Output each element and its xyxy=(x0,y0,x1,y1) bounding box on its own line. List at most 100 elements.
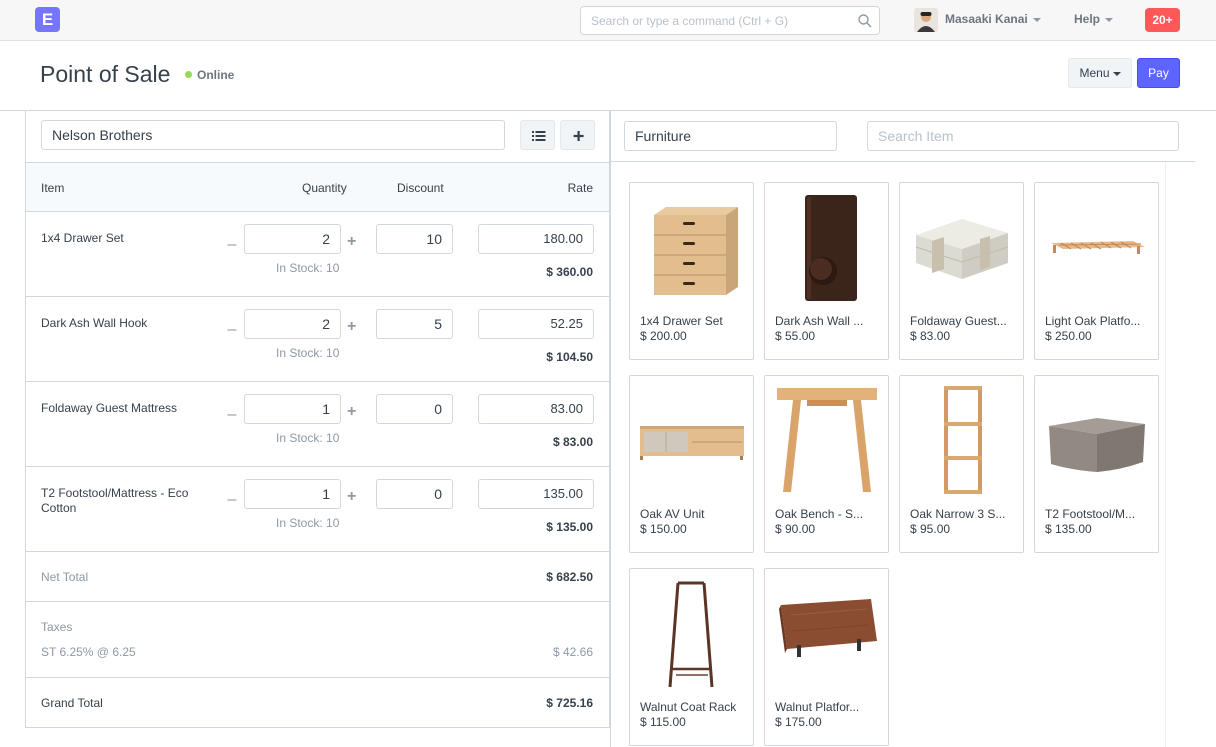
rate-field[interactable]: 52.25 xyxy=(478,309,594,339)
cart-row[interactable]: 1x4 Drawer Set – 2 + 10 180.00 In Stock:… xyxy=(26,212,609,297)
item-name: Light Oak Platfo... xyxy=(1045,314,1141,328)
search-icon xyxy=(858,14,872,28)
item-card[interactable]: 1x4 Drawer Set $ 200.00 xyxy=(629,182,754,360)
platform-bed-image xyxy=(1051,241,1145,254)
item-price: $ 95.00 xyxy=(910,522,951,536)
item-card[interactable]: T2 Footstool/M... $ 135.00 xyxy=(1034,375,1159,553)
user-menu[interactable]: Masaaki Kanai xyxy=(945,12,1041,26)
customer-list-button[interactable] xyxy=(520,120,555,150)
item-name: Oak Bench - S... xyxy=(775,507,864,521)
list-icon xyxy=(532,131,546,141)
grand-total-row: Grand Total $ 725.16 xyxy=(26,678,609,728)
pay-button[interactable]: Pay xyxy=(1137,58,1180,88)
scrollbar[interactable] xyxy=(1165,162,1179,747)
decrease-qty-button[interactable]: – xyxy=(226,491,238,509)
quantity-field[interactable]: 2 xyxy=(244,224,341,254)
decrease-qty-button[interactable]: – xyxy=(226,236,238,254)
item-price: $ 250.00 xyxy=(1045,329,1092,343)
decrease-qty-button[interactable]: – xyxy=(226,321,238,339)
item-price: $ 83.00 xyxy=(910,329,951,343)
walnut-platform-bed-image xyxy=(779,599,877,657)
increase-qty-button[interactable]: + xyxy=(347,233,356,251)
item-price: $ 135.00 xyxy=(1045,522,1092,536)
page-title: Point of Sale xyxy=(40,61,171,87)
app-logo[interactable]: E xyxy=(35,7,60,32)
drawer-set-image xyxy=(654,207,738,295)
navbar: E Masaaki Kanai Help 20+ xyxy=(0,0,1216,41)
item-card[interactable]: Light Oak Platfo... $ 250.00 xyxy=(1034,182,1159,360)
rate-field[interactable]: 180.00 xyxy=(478,224,594,254)
status-label: Online xyxy=(197,68,235,82)
cart-panel: Nelson Brothers Item Quantity Discount R… xyxy=(25,111,610,728)
cart-row[interactable]: Dark Ash Wall Hook – 2 + 5 52.25 In Stoc… xyxy=(26,297,609,382)
menu-button[interactable]: Menu xyxy=(1068,58,1132,88)
item-name: Foldaway Guest... xyxy=(910,314,1007,328)
help-menu[interactable]: Help xyxy=(1074,12,1114,26)
search-item-input[interactable] xyxy=(867,121,1179,151)
menu-label: Menu xyxy=(1079,66,1110,80)
footstool-image xyxy=(1049,418,1145,472)
grand-total-label: Grand Total xyxy=(41,696,103,710)
oak-bench-image xyxy=(777,388,877,492)
item-card[interactable]: Oak Narrow 3 S... $ 95.00 xyxy=(899,375,1024,553)
stock-label: In Stock: 10 xyxy=(276,516,340,530)
item-card[interactable]: Walnut Platfor... $ 175.00 xyxy=(764,568,889,746)
chevron-down-icon xyxy=(1112,71,1121,76)
item-group-field[interactable]: Furniture xyxy=(624,121,837,151)
item-price: $ 200.00 xyxy=(640,329,687,343)
mattress-image xyxy=(915,219,1009,279)
customer-row: Nelson Brothers xyxy=(26,111,609,162)
increase-qty-button[interactable]: + xyxy=(347,318,356,336)
quantity-field[interactable]: 2 xyxy=(244,309,341,339)
online-dot-icon xyxy=(185,71,192,78)
cart-item-name: Dark Ash Wall Hook xyxy=(41,316,148,330)
item-card[interactable]: Dark Ash Wall ... $ 55.00 xyxy=(764,182,889,360)
rate-field[interactable]: 83.00 xyxy=(478,394,594,424)
grand-total-value: $ 725.16 xyxy=(546,696,593,710)
notifications-badge[interactable]: 20+ xyxy=(1145,8,1180,32)
item-name: Dark Ash Wall ... xyxy=(775,314,864,328)
discount-field[interactable]: 0 xyxy=(376,394,453,424)
customer-field[interactable]: Nelson Brothers xyxy=(41,120,505,150)
add-customer-button[interactable] xyxy=(560,120,595,150)
item-card[interactable]: Oak Bench - S... $ 90.00 xyxy=(764,375,889,553)
increase-qty-button[interactable]: + xyxy=(347,403,356,421)
quantity-field[interactable]: 1 xyxy=(244,479,341,509)
search-input[interactable] xyxy=(581,7,841,34)
item-name: Walnut Coat Rack xyxy=(640,700,737,714)
stock-label: In Stock: 10 xyxy=(276,346,340,360)
quantity-field[interactable]: 1 xyxy=(244,394,341,424)
item-price: $ 55.00 xyxy=(775,329,816,343)
cart-row[interactable]: Foldaway Guest Mattress – 1 + 0 83.00 In… xyxy=(26,382,609,467)
item-price: $ 115.00 xyxy=(640,715,686,729)
wall-hook-image xyxy=(805,195,857,301)
item-name: 1x4 Drawer Set xyxy=(640,314,723,328)
user-name: Masaaki Kanai xyxy=(945,12,1028,26)
cart-item-name: T2 Footstool/Mattress - Eco Cotton xyxy=(41,486,189,515)
awesome-bar[interactable] xyxy=(580,6,880,35)
chevron-down-icon xyxy=(1105,17,1114,22)
item-card[interactable]: Oak AV Unit $ 150.00 xyxy=(629,375,754,553)
discount-field[interactable]: 5 xyxy=(376,309,453,339)
help-label: Help xyxy=(1074,12,1101,26)
discount-field[interactable]: 10 xyxy=(376,224,453,254)
cart-row[interactable]: T2 Footstool/Mattress - Eco Cotton – 1 +… xyxy=(26,467,609,552)
item-card[interactable]: Foldaway Guest... $ 83.00 xyxy=(899,182,1024,360)
tax-amount: $ 42.66 xyxy=(552,645,593,659)
discount-field[interactable]: 0 xyxy=(376,479,453,509)
item-price: $ 90.00 xyxy=(775,522,816,536)
taxes-label: Taxes xyxy=(41,620,73,634)
plus-icon xyxy=(573,131,584,141)
item-price: $ 150.00 xyxy=(640,522,687,536)
line-amount: $ 104.50 xyxy=(546,350,593,364)
decrease-qty-button[interactable]: – xyxy=(226,406,238,424)
header-rate: Rate xyxy=(567,181,593,195)
net-total-value: $ 682.50 xyxy=(546,570,593,584)
rate-field[interactable]: 135.00 xyxy=(478,479,594,509)
cart-item-name: 1x4 Drawer Set xyxy=(41,231,124,245)
item-card[interactable]: Walnut Coat Rack $ 115.00 xyxy=(629,568,754,746)
avatar[interactable] xyxy=(914,8,938,32)
increase-qty-button[interactable]: + xyxy=(347,488,356,506)
taxes-row: Taxes ST 6.25% @ 6.25 $ 42.66 xyxy=(26,602,609,678)
item-filter-row: Furniture xyxy=(611,111,1195,162)
